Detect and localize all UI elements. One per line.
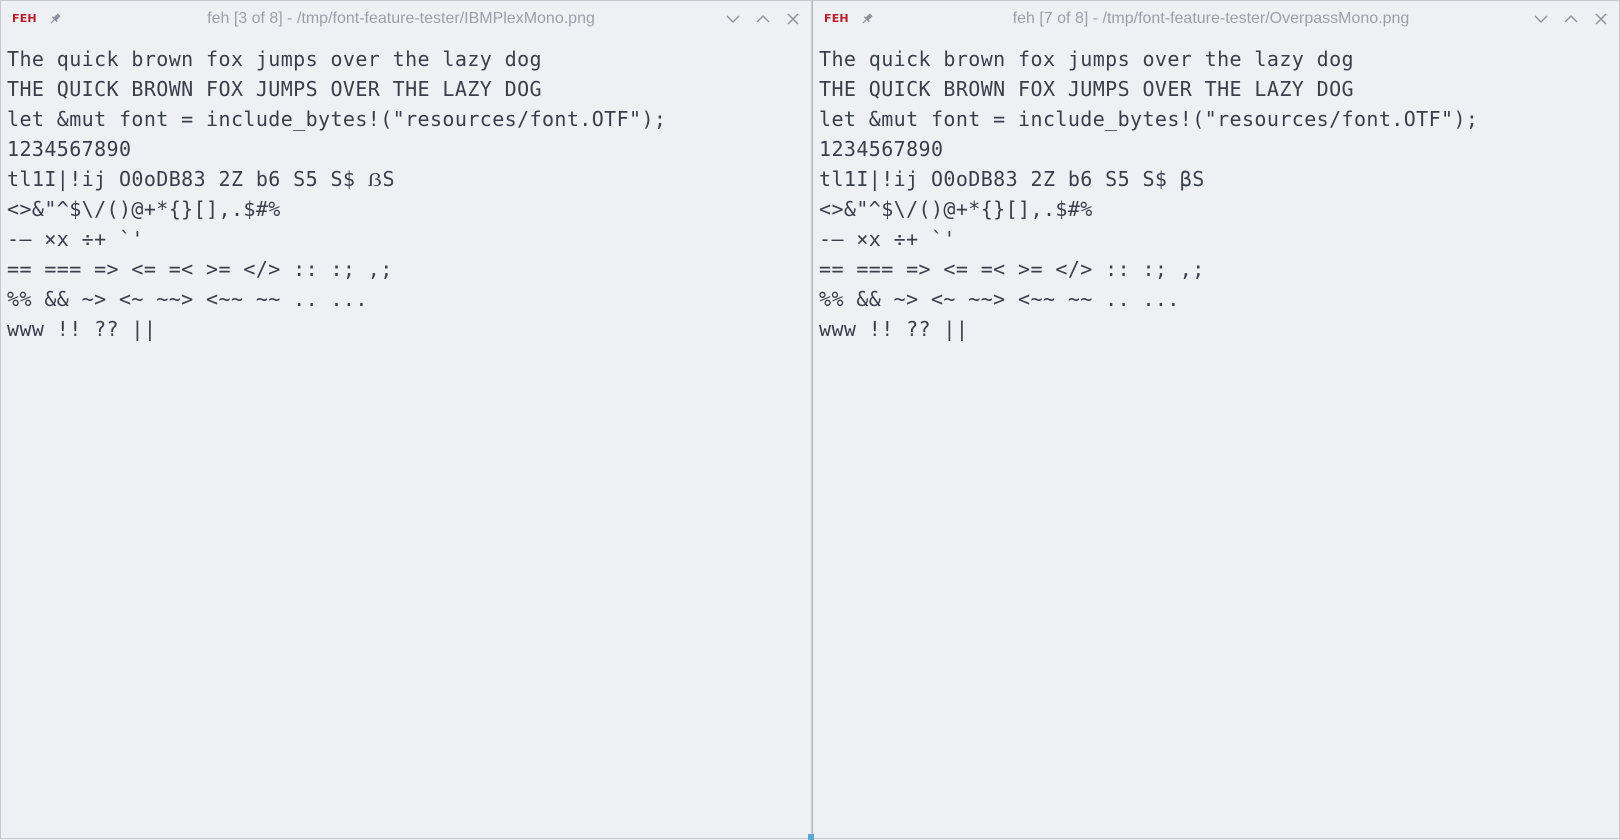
sample-line-digits: 1234567890 [819,137,944,161]
resize-handle[interactable] [808,834,814,840]
sample-line-pangram-upper: THE QUICK BROWN FOX JUMPS OVER THE LAZY … [7,77,542,101]
window-titlebar[interactable]: FEH feh [3 of 8] - /tmp/font-feature-tes… [1,1,811,37]
sample-line-confusables: tl1I|!ij O0oDB83 2Z b6 S5 S$ βS [819,167,1205,191]
close-icon [1595,13,1607,25]
sample-line-pangram-upper: THE QUICK BROWN FOX JUMPS OVER THE LAZY … [819,77,1354,101]
chevron-down-icon [1534,15,1548,23]
sample-line-misc: www !! ?? || [819,317,969,341]
sample-line-code: let &mut font = include_bytes!("resource… [7,107,667,131]
close-icon [787,13,799,25]
window-title: feh [7 of 8] - /tmp/font-feature-tester/… [1012,10,1410,27]
image-viewer-window-overpassmono[interactable]: FEH feh [7 of 8] - /tmp/font-feature-tes… [812,0,1620,839]
image-viewer-window-ibmplexmono[interactable]: FEH feh [3 of 8] - /tmp/font-feature-tes… [0,0,812,839]
sample-line-symbols: <>&"^$\/()@+*{}[],.$#% [819,197,1093,221]
close-button[interactable] [1589,7,1613,31]
sample-line-symbols: <>&"^$\/()@+*{}[],.$#% [7,197,281,221]
sample-line-pangram: The quick brown fox jumps over the lazy … [819,47,1354,71]
pin-icon[interactable] [859,11,875,27]
feh-logo[interactable]: FEH [12,12,37,25]
close-button[interactable] [781,7,805,31]
window-controls [721,7,805,31]
sample-line-misc: www !! ?? || [7,317,157,341]
sample-line-arrows: %% && ~> <~ ~~> <~~ ~~ .. ... [819,287,1180,311]
feh-logo[interactable]: FEH [824,12,849,25]
minimize-button[interactable] [721,7,745,31]
pin-icon[interactable] [47,11,63,27]
maximize-button[interactable] [1559,7,1583,31]
chevron-up-icon [1564,15,1578,23]
sample-line-digits: 1234567890 [7,137,132,161]
chevron-down-icon [726,15,740,23]
desktop: FEH feh [3 of 8] - /tmp/font-feature-tes… [0,0,1620,840]
chevron-up-icon [756,15,770,23]
image-content: The quick brown fox jumps over the lazy … [1,37,811,838]
window-title: feh [3 of 8] - /tmp/font-feature-tester/… [207,10,595,27]
sample-line-dashes: -— ×x ÷+ `' [7,227,144,251]
sample-line-pangram: The quick brown fox jumps over the lazy … [7,47,542,71]
sample-line-ligatures: == === => <= =< >= </> :: :; ,; [7,257,393,281]
sample-line-arrows: %% && ~> <~ ~~> <~~ ~~ .. ... [7,287,368,311]
minimize-button[interactable] [1529,7,1553,31]
sample-line-code: let &mut font = include_bytes!("resource… [819,107,1479,131]
window-titlebar[interactable]: FEH feh [7 of 8] - /tmp/font-feature-tes… [813,1,1619,37]
sample-line-ligatures: == === => <= =< >= </> :: :; ,; [819,257,1205,281]
sample-line-dashes: -— ×x ÷+ `' [819,227,956,251]
maximize-button[interactable] [751,7,775,31]
image-content: The quick brown fox jumps over the lazy … [813,37,1619,838]
window-controls [1529,7,1613,31]
sample-line-confusables: tl1I|!ij O0oDB83 2Z b6 S5 S$ ẞS [7,167,395,191]
